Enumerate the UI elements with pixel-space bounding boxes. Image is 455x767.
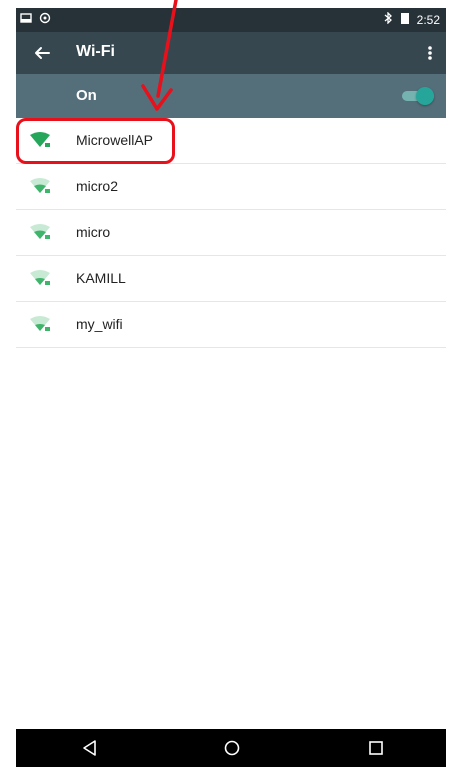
- navigation-bar: [16, 729, 446, 767]
- wifi-signal-icon: [30, 270, 50, 286]
- nav-recents-icon[interactable]: [366, 738, 386, 758]
- network-item-my-wifi[interactable]: my_wifi: [16, 302, 446, 348]
- wifi-master-switch-bar[interactable]: On: [16, 74, 446, 118]
- annotation-highlight-box: [16, 118, 175, 164]
- page-title: Wi-Fi: [76, 43, 115, 60]
- wifi-toggle[interactable]: [402, 87, 434, 105]
- notification-icon: [20, 12, 32, 27]
- more-vert-icon[interactable]: [424, 41, 436, 65]
- back-icon[interactable]: [30, 41, 54, 65]
- network-name: my_wifi: [76, 316, 123, 332]
- network-item-micro2[interactable]: micro2: [16, 164, 446, 210]
- status-right: 2:52: [384, 11, 440, 27]
- android-debug-icon: [39, 12, 51, 27]
- clock: 2:52: [416, 12, 440, 27]
- nav-home-icon[interactable]: [222, 738, 242, 758]
- wifi-signal-icon: [30, 224, 50, 240]
- network-name: micro2: [76, 178, 119, 194]
- wifi-signal-icon: [30, 178, 50, 194]
- bluetooth-icon: [384, 11, 393, 27]
- toggle-thumb: [416, 87, 434, 105]
- network-name: KAMILL: [76, 270, 126, 286]
- network-name: micro: [76, 224, 111, 240]
- network-item-kamill[interactable]: KAMILL: [16, 256, 446, 302]
- app-toolbar: Wi-Fi: [16, 32, 446, 74]
- status-left: [20, 12, 51, 27]
- switch-label: On: [76, 87, 97, 104]
- network-item-micro[interactable]: micro: [16, 210, 446, 256]
- nav-back-icon[interactable]: [80, 738, 100, 758]
- android-screen: 2:52 Wi-Fi On MicrowellAP micro2 micro K…: [16, 0, 446, 767]
- battery-icon: [400, 12, 409, 27]
- status-bar: 2:52: [16, 8, 446, 32]
- wifi-signal-icon: [30, 316, 50, 332]
